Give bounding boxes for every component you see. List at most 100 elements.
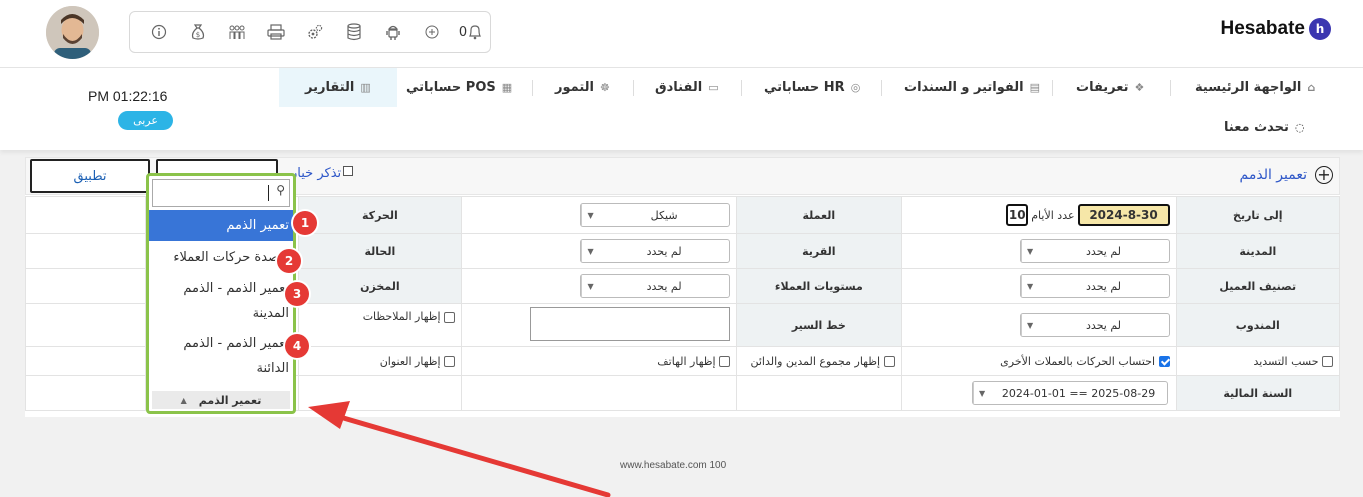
panel-title: تعمير الذمم + (1240, 166, 1333, 184)
dropdown-option[interactable]: تعمير الذمم (149, 210, 293, 241)
nav-label: حساباتي HR (764, 80, 845, 95)
red-arrow-icon (308, 401, 611, 497)
city-select[interactable]: ▼ لم يحدد (1019, 239, 1170, 263)
users-icon[interactable] (218, 17, 257, 47)
nav-item-reports[interactable]: التقارير ▥ (279, 68, 397, 107)
empty-cell (24, 196, 147, 234)
avatar[interactable] (46, 6, 99, 59)
empty-cell (24, 303, 147, 347)
nav-item-invoices[interactable]: الفواتير و السندات ▤ (904, 68, 1040, 107)
nav-item-definitions[interactable]: تعريفات ❖ (1076, 68, 1144, 107)
other-currencies-label: احتساب الحركات بالعملات الأخرى (1000, 354, 1156, 368)
fiscal-year-cell: ▼ 2024-01-01 == 2025-08-29 (900, 375, 1177, 411)
nav-item-dates[interactable]: التمور ☸ (555, 68, 610, 107)
by-payment-cell: حسب التسديد (1175, 346, 1341, 376)
empty-cell (24, 375, 147, 411)
dropdown-selected-text: تعمير الذمم (198, 393, 262, 407)
chevron-down-icon: ▼ (581, 240, 599, 262)
nav-item-hr[interactable]: حساباتي HR ◎ (764, 68, 860, 107)
village-label: القرية (736, 233, 902, 269)
show-address-cell: إظهار العنوان (297, 346, 463, 376)
dropdown-option[interactable]: أرصدة حركات العملاء (149, 244, 293, 272)
nav-item-hotels[interactable]: الفنادق ▭ (655, 68, 719, 107)
village-cell: ▼ لم يحدد (461, 233, 738, 269)
show-phone-checkbox[interactable] (719, 356, 731, 367)
dates-icon: ☸ (600, 81, 610, 94)
nav-label: الفواتير و السندات (904, 80, 1024, 95)
database-icon[interactable] (334, 17, 373, 47)
other-currencies-checkbox[interactable] (1158, 356, 1170, 367)
money-bag-icon[interactable]: $ (179, 17, 218, 47)
step-badge: 2 (277, 249, 301, 273)
apply-button[interactable]: تطبيق (30, 159, 150, 193)
nav-label: تحدث معنا (1224, 120, 1289, 135)
show-phone-cell: إظهار الهاتف (461, 346, 738, 376)
movement-label: الحركة (297, 196, 463, 234)
remember-option[interactable]: تذكر خيار (291, 165, 354, 181)
days-input[interactable]: 10 (1006, 204, 1029, 226)
by-payment-checkbox[interactable] (1322, 356, 1333, 367)
show-address-checkbox[interactable] (444, 356, 456, 367)
city-label: المدينة (1175, 233, 1341, 269)
chevron-down-icon: ▼ (972, 382, 991, 404)
nav-label: التمور (555, 80, 594, 95)
route-cell (461, 303, 738, 347)
currency-select[interactable]: ▼ شيكل (580, 203, 731, 227)
to-date-input[interactable]: 2024-8-30 (1077, 204, 1170, 226)
dropdown-option[interactable]: تعمير الذمم - الذمم المدينة (149, 276, 293, 326)
reports-icon: ▥ (360, 81, 371, 94)
nav-separator (741, 80, 742, 96)
dropdown-option[interactable]: تعمير الذمم - الذمم الدائنة (149, 331, 293, 381)
settings-gears-icon[interactable] (296, 17, 335, 47)
dropdown-search-input[interactable]: ⚲ (152, 179, 290, 207)
nav-label: حساباتي POS (406, 80, 496, 95)
customer-class-cell: ▼ لم يحدد (900, 268, 1177, 304)
customer-levels-select[interactable]: ▼ لم يحدد (580, 274, 731, 298)
chevron-down-icon: ▼ (1020, 275, 1039, 297)
dropdown-selected-value[interactable]: ▲ تعمير الذمم (152, 391, 290, 409)
home-icon: ⌂ (1307, 81, 1316, 94)
customer-class-select[interactable]: ▼ لم يحدد (1019, 274, 1170, 298)
show-phone-label: إظهار الهاتف (657, 354, 716, 368)
warehouse-label: المخزن (297, 268, 463, 304)
nav-separator (881, 80, 882, 96)
rep-cell: ▼ لم يحدد (900, 303, 1177, 347)
date-group: 10 عدد الأيام 2024-8-30 (1006, 204, 1170, 226)
android-icon[interactable] (373, 17, 412, 47)
printer-icon[interactable] (257, 17, 296, 47)
chat-icon: ◌ (1294, 121, 1305, 134)
add-circle-icon[interactable]: + (1315, 166, 1333, 184)
route-input[interactable] (530, 306, 731, 341)
brand-logo[interactable]: Hesabate h (1221, 18, 1331, 40)
user-avatar-icon (46, 6, 99, 59)
bell-icon[interactable]: 0 (451, 17, 490, 47)
nav-separator (1170, 80, 1171, 96)
empty-cell (24, 346, 147, 376)
fiscal-year-select[interactable]: ▼ 2024-01-01 == 2025-08-29 (971, 381, 1168, 405)
city-cell: ▼ لم يحدد (900, 233, 1177, 269)
language-badge[interactable]: عربى (118, 111, 173, 130)
nav-item-pos[interactable]: حساباتي POS ▦ (406, 68, 512, 107)
debtor-creditor-checkbox[interactable] (883, 356, 895, 367)
show-notes-checkbox[interactable] (444, 311, 456, 323)
chevron-down-icon: ▼ (581, 275, 599, 297)
currency-label: العملة (736, 196, 902, 234)
nav-item-contact[interactable]: تحدث معنا ◌ (1224, 108, 1305, 147)
svg-text:$: $ (196, 31, 200, 39)
invoice-icon: ▤ (1029, 81, 1041, 94)
rep-select[interactable]: ▼ لم يحدد (1019, 313, 1170, 337)
currency-cell: ▼ شيكل (461, 196, 738, 234)
clock: PM 01:22:16 (88, 88, 168, 104)
info-icon[interactable] (140, 17, 179, 47)
route-label: خط السير (736, 303, 902, 347)
nav-item-home[interactable]: الواجهة الرئيسية ⌂ (1195, 68, 1315, 107)
plus-circle-icon[interactable] (412, 17, 451, 47)
bell-count: 0 (458, 24, 468, 40)
remember-checkbox[interactable] (343, 165, 354, 176)
status-label: الحالة (297, 233, 463, 269)
to-date-label: إلى تاريخ (1175, 196, 1341, 234)
customer-levels-cell: ▼ لم يحدد (461, 268, 738, 304)
by-payment-label: حسب التسديد (1253, 354, 1319, 368)
report-type-dropdown[interactable]: ⚲ تعمير الذمم أرصدة حركات العملاء تعمير … (146, 173, 296, 414)
village-select[interactable]: ▼ لم يحدد (580, 239, 731, 263)
